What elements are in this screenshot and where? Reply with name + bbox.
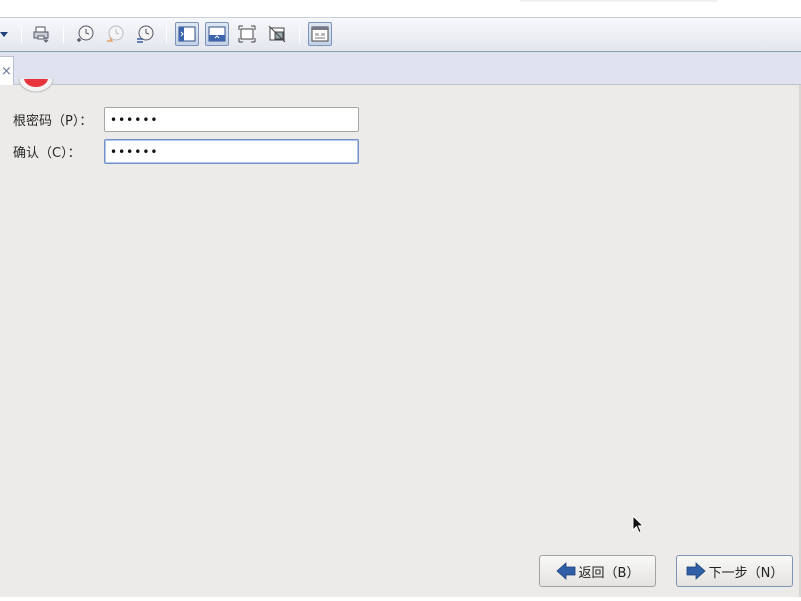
printer-icon[interactable]: [30, 22, 54, 46]
vm-toolbar: [0, 17, 801, 52]
arrow-right-icon: [686, 562, 706, 580]
title-shadow: [520, 0, 718, 3]
next-button[interactable]: 下一步（N）: [676, 555, 793, 587]
back-button-label: 返回（B）: [578, 565, 640, 581]
show-console-icon[interactable]: [205, 22, 229, 46]
vm-tab-strip: ×: [0, 52, 801, 86]
back-button[interactable]: 返回（B）: [539, 555, 656, 587]
thumbnail-view-icon[interactable]: [308, 22, 332, 46]
toolbar-separator: [63, 26, 64, 43]
root-password-input[interactable]: ••••••: [104, 107, 359, 132]
show-sidebar-icon[interactable]: [175, 22, 199, 46]
dropdown-arrow-icon[interactable]: [0, 32, 8, 37]
snapshot-revert-icon[interactable]: [103, 22, 127, 46]
vm-tab[interactable]: ×: [0, 56, 14, 86]
toolbar-separator: [166, 26, 167, 43]
confirm-password-input[interactable]: ••••••: [104, 139, 359, 164]
toolbar-separator: [21, 26, 22, 43]
bottom-border: [0, 597, 801, 601]
confirm-password-row: 确认（C）：: [13, 139, 81, 163]
next-button-label: 下一步（N）: [708, 565, 784, 581]
close-icon[interactable]: ×: [1, 65, 12, 78]
root-password-label: 根密码（P）：: [13, 113, 93, 129]
toolbar-separator: [299, 26, 300, 43]
mouse-pointer-icon: [632, 515, 644, 534]
root-password-row: 根密码（P）：: [13, 107, 92, 131]
arrow-left-icon: [555, 562, 575, 580]
fullscreen-icon[interactable]: [235, 22, 259, 46]
snapshot-take-icon[interactable]: [73, 22, 97, 46]
confirm-password-label: 确认（C）：: [13, 145, 81, 161]
snapshot-manager-icon[interactable]: [133, 22, 157, 46]
installer-panel: 根密码（P）： •••••• 确认（C）： ••••••: [0, 79, 801, 597]
alert-icon: [17, 79, 55, 93]
title-strip: [0, 0, 801, 17]
unity-icon[interactable]: [265, 22, 289, 46]
